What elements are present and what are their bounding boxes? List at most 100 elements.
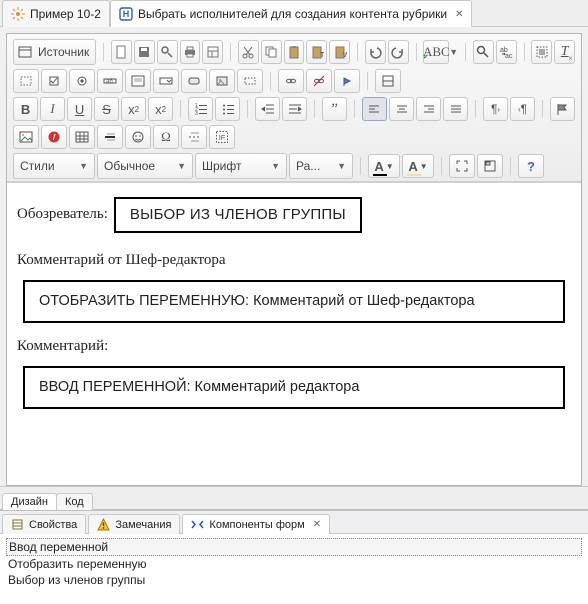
remove-format-button[interactable]: T× xyxy=(554,40,575,64)
superscript-button[interactable]: x2 xyxy=(148,97,173,121)
undo-button[interactable] xyxy=(365,40,386,64)
bold-button[interactable]: B xyxy=(13,97,38,121)
close-icon[interactable]: ✕ xyxy=(455,9,463,20)
bg-color-button[interactable]: A▼ xyxy=(402,154,434,178)
font-label: Шрифт xyxy=(202,159,241,173)
tab-properties[interactable]: Свойства xyxy=(2,514,86,534)
font-combo[interactable]: Шрифт▼ xyxy=(195,153,287,179)
flash-button[interactable]: f xyxy=(41,125,67,149)
ltr-button[interactable]: ¶› xyxy=(483,97,508,121)
size-label: Ра... xyxy=(296,159,320,173)
strike-button[interactable]: S xyxy=(94,97,119,121)
flag-button[interactable] xyxy=(550,97,575,121)
tab-label: Свойства xyxy=(29,519,77,531)
button-field-button[interactable] xyxy=(181,69,207,93)
blockquote-button[interactable]: ” xyxy=(322,97,347,121)
templates-button[interactable] xyxy=(202,40,223,64)
image-button-field[interactable] xyxy=(209,69,235,93)
special-char-button[interactable]: Ω xyxy=(153,125,179,149)
chevron-down-icon: ▼ xyxy=(449,47,458,57)
redo-button[interactable] xyxy=(388,40,409,64)
textfield-button[interactable]: ab xyxy=(97,69,123,93)
numbered-list-button[interactable]: 123 xyxy=(188,97,213,121)
align-justify-button[interactable] xyxy=(443,97,468,121)
iframe-button[interactable]: IF xyxy=(209,125,235,149)
hidden-field-button[interactable] xyxy=(237,69,263,93)
show-blocks-button[interactable] xyxy=(477,154,503,178)
hr-button[interactable] xyxy=(97,125,123,149)
align-left-button[interactable] xyxy=(362,97,387,121)
editor-tab-form[interactable]: H Выбрать исполнителей для создания конт… xyxy=(110,0,473,27)
pagebreak-button[interactable] xyxy=(181,125,207,149)
save-button[interactable] xyxy=(134,40,155,64)
select-all-button[interactable] xyxy=(531,40,552,64)
copy-button[interactable] xyxy=(261,40,282,64)
textarea-button[interactable] xyxy=(125,69,151,93)
chief-comment-label: Комментарий от Шеф-редактора xyxy=(17,251,571,271)
tab-components[interactable]: Компоненты форм ✕ xyxy=(182,514,330,534)
svg-text:3: 3 xyxy=(195,111,198,116)
component-item-display-var[interactable]: Отобразить переменную xyxy=(6,556,582,572)
input-variable-box[interactable]: ВВОД ПЕРЕМЕННОЙ: Комментарий редактора xyxy=(23,366,565,409)
mode-tabbar: Дизайн Код xyxy=(0,486,588,509)
link-button[interactable] xyxy=(278,69,304,93)
replace-button[interactable]: abac xyxy=(496,40,517,64)
anchor-button[interactable] xyxy=(334,69,360,93)
unlink-button[interactable] xyxy=(306,69,332,93)
text-color-button[interactable]: A▼ xyxy=(368,154,400,178)
source-label: Источник xyxy=(38,45,89,59)
align-right-button[interactable] xyxy=(416,97,441,121)
new-page-button[interactable] xyxy=(111,40,132,64)
document-area[interactable]: Обозреватель: ВЫБОР ИЗ ЧЛЕНОВ ГРУППЫ Ком… xyxy=(7,182,581,485)
svg-text:ac: ac xyxy=(505,53,513,59)
chevron-down-icon: ▼ xyxy=(79,161,88,171)
select-button[interactable] xyxy=(153,69,179,93)
size-combo[interactable]: Ра...▼ xyxy=(289,153,353,179)
form-button[interactable] xyxy=(13,69,39,93)
component-item-input-var[interactable]: Ввод переменной xyxy=(6,538,582,556)
subscript-button[interactable]: x2 xyxy=(121,97,146,121)
align-center-button[interactable] xyxy=(389,97,414,121)
tab-label: Замечания xyxy=(115,519,171,531)
svg-text:ab: ab xyxy=(106,79,113,85)
component-item-group-pick[interactable]: Выбор из членов группы xyxy=(6,572,582,588)
radio-button[interactable] xyxy=(69,69,95,93)
smiley-button[interactable] xyxy=(125,125,151,149)
rtl-button[interactable]: ‹¶ xyxy=(510,97,535,121)
warning-icon xyxy=(97,518,110,531)
editor-tabbar: Пример 10-2 H Выбрать исполнителей для с… xyxy=(0,0,588,27)
table-button[interactable] xyxy=(69,125,95,149)
code-tab[interactable]: Код xyxy=(56,493,93,510)
spellcheck-button[interactable]: ABC✔ xyxy=(423,40,449,64)
outdent-button[interactable] xyxy=(255,97,280,121)
paste-word-button[interactable]: W xyxy=(329,40,350,64)
preview-button[interactable] xyxy=(157,40,178,64)
display-variable-box[interactable]: ОТОБРАЗИТЬ ПЕРЕМЕННУЮ: Комментарий от Ше… xyxy=(23,280,565,323)
styles-label: Стили xyxy=(20,159,55,173)
maximize-button[interactable] xyxy=(449,154,475,178)
underline-button[interactable]: U xyxy=(67,97,92,121)
about-button[interactable]: ? xyxy=(518,154,544,178)
paste-button[interactable] xyxy=(284,40,305,64)
styles-combo[interactable]: Стили ▼ xyxy=(13,153,95,179)
chevron-down-icon: ▼ xyxy=(420,162,428,171)
design-tab[interactable]: Дизайн xyxy=(2,493,57,510)
print-button[interactable] xyxy=(180,40,201,64)
format-label: Обычное xyxy=(104,159,155,173)
checkbox-button[interactable] xyxy=(41,69,67,93)
editor-tab-example[interactable]: Пример 10-2 xyxy=(2,0,110,27)
find-button[interactable] xyxy=(473,40,494,64)
tab-problems[interactable]: Замечания xyxy=(88,514,180,534)
image-button[interactable] xyxy=(13,125,39,149)
cut-button[interactable] xyxy=(238,40,259,64)
create-div-button[interactable] xyxy=(375,69,401,93)
bulleted-list-button[interactable] xyxy=(215,97,240,121)
group-pick-box[interactable]: ВЫБОР ИЗ ЧЛЕНОВ ГРУППЫ xyxy=(114,197,362,233)
format-combo[interactable]: Обычное▼ xyxy=(97,153,193,179)
indent-button[interactable] xyxy=(282,97,307,121)
close-icon[interactable]: ✕ xyxy=(313,519,321,530)
source-icon xyxy=(18,45,32,59)
paste-text-button[interactable]: T xyxy=(306,40,327,64)
source-button[interactable]: Источник xyxy=(13,39,96,65)
italic-button[interactable]: I xyxy=(40,97,65,121)
